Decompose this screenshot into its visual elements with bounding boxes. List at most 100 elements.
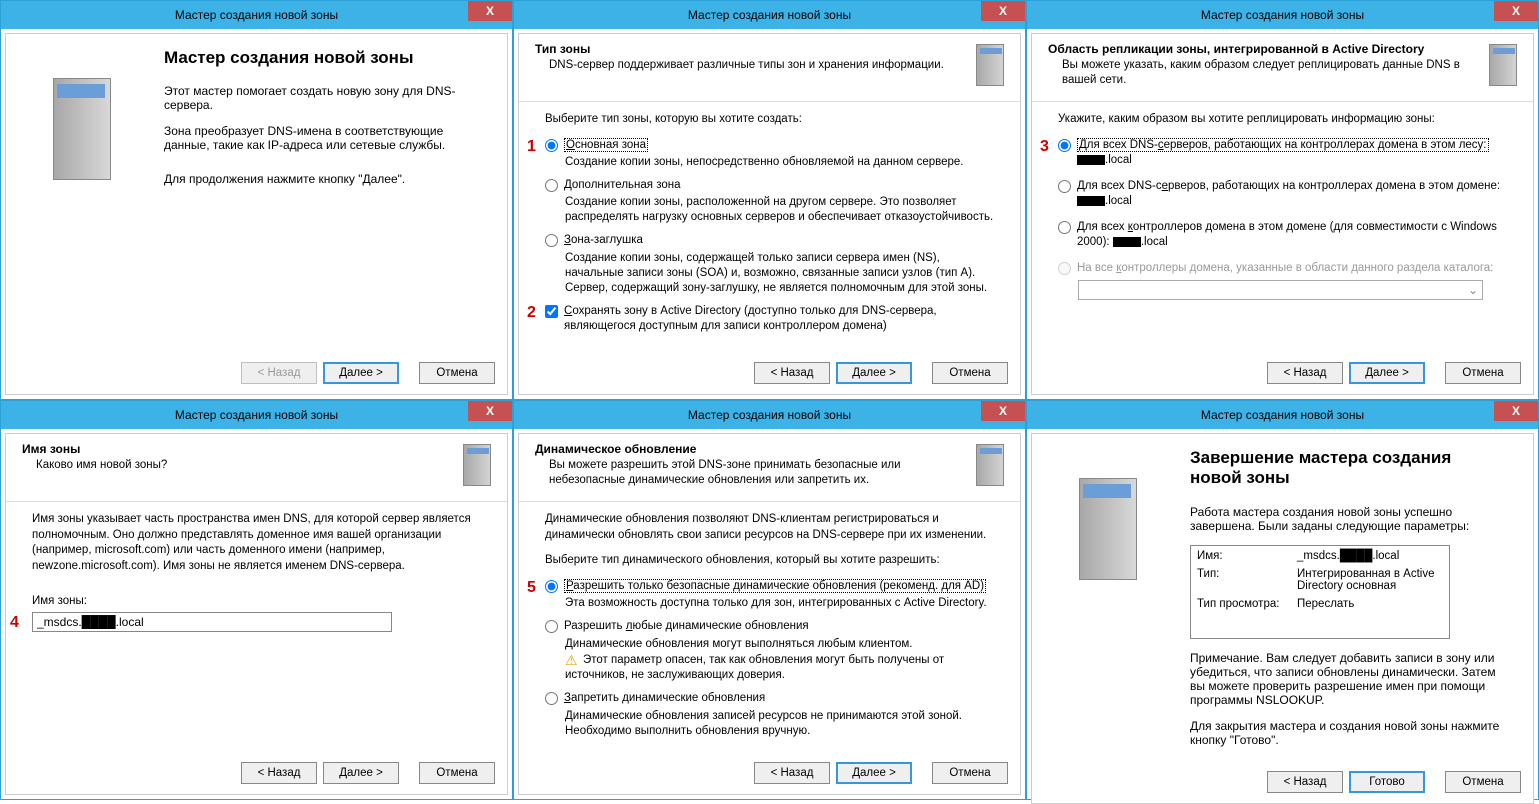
server-icon (1057, 474, 1157, 594)
cancel-button[interactable]: Отмена (1445, 771, 1521, 793)
close-button[interactable]: X (1494, 401, 1538, 421)
completion-text-3: Для закрытия мастера и создания новой зо… (1190, 719, 1503, 747)
page-title: Имя зоны (22, 442, 441, 456)
option-any[interactable]: Разрешить любые динамические обновления (545, 619, 998, 635)
radio-domain[interactable] (1058, 180, 1071, 193)
close-button[interactable]: X (1494, 1, 1538, 21)
page-subtitle: DNS-сервер поддерживает различные типы з… (535, 58, 954, 73)
instruction-text: Имя зоны указывает часть пространства им… (32, 512, 485, 574)
cancel-button[interactable]: Отмена (932, 762, 1008, 784)
titlebar[interactable]: Мастер создания новой зоны X (1027, 401, 1538, 429)
radio-none[interactable] (545, 692, 558, 705)
radio-domain-2000[interactable] (1058, 221, 1071, 234)
annotation-badge-2: 2 (527, 302, 536, 324)
annotation-badge-3: 3 (1040, 136, 1049, 158)
redacted-domain (1113, 237, 1141, 247)
summary-name-label: Имя: (1197, 550, 1297, 562)
summary-lookup-label: Тип просмотра: (1197, 598, 1297, 610)
titlebar[interactable]: Мастер создания новой зоны X (1, 1, 512, 29)
radio-stub-zone[interactable] (545, 234, 558, 247)
wizard-window-replication: Мастер создания новой зоны X Область реп… (1026, 0, 1539, 400)
server-icon (31, 74, 131, 194)
back-button: < Назад (241, 362, 317, 384)
option-store-ad[interactable]: 2 Сохранять зону в Active Directory (дос… (545, 304, 998, 335)
back-button[interactable]: < Назад (1267, 362, 1343, 384)
finish-button[interactable]: Готово (1349, 771, 1425, 793)
option-secure-only[interactable]: 5 Разрешить только безопасные динамическ… (545, 579, 998, 595)
warning-icon (565, 653, 579, 667)
option-none-desc: Динамические обновления записей ресурсов… (565, 709, 998, 739)
cancel-button[interactable]: Отмена (1445, 362, 1521, 384)
radio-any[interactable] (545, 620, 558, 633)
summary-type-label: Тип: (1197, 568, 1297, 592)
annotation-badge-1: 1 (527, 136, 536, 158)
cancel-button[interactable]: Отмена (932, 362, 1008, 384)
close-button[interactable]: X (981, 401, 1025, 421)
option-stub-zone[interactable]: Зона-заглушка (545, 233, 998, 249)
close-button[interactable]: X (468, 1, 512, 21)
titlebar[interactable]: Мастер создания новой зоны X (514, 401, 1025, 429)
titlebar[interactable]: Мастер создания новой зоны X (514, 1, 1025, 29)
wizard-window-completion: Мастер создания новой зоны X Завершение … (1026, 400, 1539, 800)
checkbox-store-ad[interactable] (545, 305, 558, 318)
radio-primary-zone[interactable] (545, 139, 558, 152)
page-subtitle: Каково имя новой зоны? (22, 458, 441, 473)
wizard-graphic (1032, 434, 1182, 763)
page-subtitle: Вы можете разрешить этой DNS-зоне приним… (535, 458, 954, 488)
window-title: Мастер создания новой зоны (1201, 8, 1364, 22)
completion-text-1: Работа мастера создания новой зоны успеш… (1190, 505, 1503, 533)
window-title: Мастер создания новой зоны (1201, 408, 1364, 422)
option-domain[interactable]: Для всех DNS-серверов, работающих на кон… (1058, 179, 1511, 210)
completion-note: Примечание. Вам следует добавить записи … (1190, 651, 1503, 707)
window-title: Мастер создания новой зоны (688, 8, 851, 22)
option-secondary-desc: Создание копии зоны, расположенной на др… (565, 195, 998, 225)
server-icon (1475, 42, 1517, 92)
option-forest[interactable]: 3 Для всех DNS-серверов, работающих на к… (1058, 138, 1511, 169)
zone-name-input[interactable] (32, 612, 392, 632)
back-button[interactable]: < Назад (754, 762, 830, 784)
option-primary-zone[interactable]: 1 ООсновная зонасновная зона (545, 138, 998, 154)
wizard-graphic (6, 34, 156, 354)
summary-lookup-value: Переслать (1297, 598, 1354, 610)
intro-text-3: Для продолжения нажмите кнопку "Далее". (164, 172, 485, 186)
next-button[interactable]: Далее > (836, 362, 912, 384)
radio-secondary-zone[interactable] (545, 179, 558, 192)
back-button[interactable]: < Назад (1267, 771, 1343, 793)
option-partition: На все контроллеры домена, указанные в о… (1058, 261, 1511, 277)
page-heading: Мастер создания новой зоны (164, 48, 485, 68)
server-icon (962, 42, 1004, 92)
titlebar[interactable]: Мастер создания новой зоны X (1, 401, 512, 429)
next-button[interactable]: Далее > (323, 362, 399, 384)
summary-type-value: Интегрированная в Active Directory основ… (1297, 568, 1443, 592)
next-button[interactable]: Далее > (836, 762, 912, 784)
option-none[interactable]: Запретить динамические обновления (545, 691, 998, 707)
redacted-domain (1077, 155, 1105, 165)
option-secondary-zone[interactable]: Дополнительная зона (545, 178, 998, 194)
cancel-button[interactable]: Отмена (419, 762, 495, 784)
partition-combo (1078, 280, 1483, 300)
next-button[interactable]: Далее > (323, 762, 399, 784)
instruction-text: Выберите тип зоны, которую вы хотите соз… (545, 112, 998, 128)
close-button[interactable]: X (981, 1, 1025, 21)
wizard-window-dynamic-update: Мастер создания новой зоны X Динамическо… (513, 400, 1026, 800)
instruction-text: Укажите, каким образом вы хотите реплици… (1058, 112, 1511, 128)
back-button[interactable]: < Назад (241, 762, 317, 784)
wizard-window-zone-type: Мастер создания новой зоны X Тип зоны DN… (513, 0, 1026, 400)
summary-name-value: _msdcs.████.local (1297, 550, 1399, 562)
back-button[interactable]: < Назад (754, 362, 830, 384)
close-button[interactable]: X (468, 401, 512, 421)
server-icon (962, 442, 1004, 492)
intro-text-1: Этот мастер помогает создать новую зону … (164, 84, 485, 112)
radio-forest[interactable] (1058, 139, 1071, 152)
cancel-button[interactable]: Отмена (419, 362, 495, 384)
page-title: Динамическое обновление (535, 442, 954, 456)
page-title: Область репликации зоны, интегрированной… (1048, 42, 1467, 56)
radio-partition (1058, 262, 1071, 275)
server-icon (449, 442, 491, 492)
radio-secure-only[interactable] (545, 580, 558, 593)
titlebar[interactable]: Мастер создания новой зоны X (1027, 1, 1538, 29)
option-domain-2000[interactable]: Для всех контроллеров домена в этом доме… (1058, 220, 1511, 251)
wizard-window-zone-name: Мастер создания новой зоны X Имя зоны Ка… (0, 400, 513, 800)
summary-box[interactable]: Имя: _msdcs.████.local Тип: Интегрирован… (1190, 545, 1450, 639)
next-button[interactable]: Далее > (1349, 362, 1425, 384)
